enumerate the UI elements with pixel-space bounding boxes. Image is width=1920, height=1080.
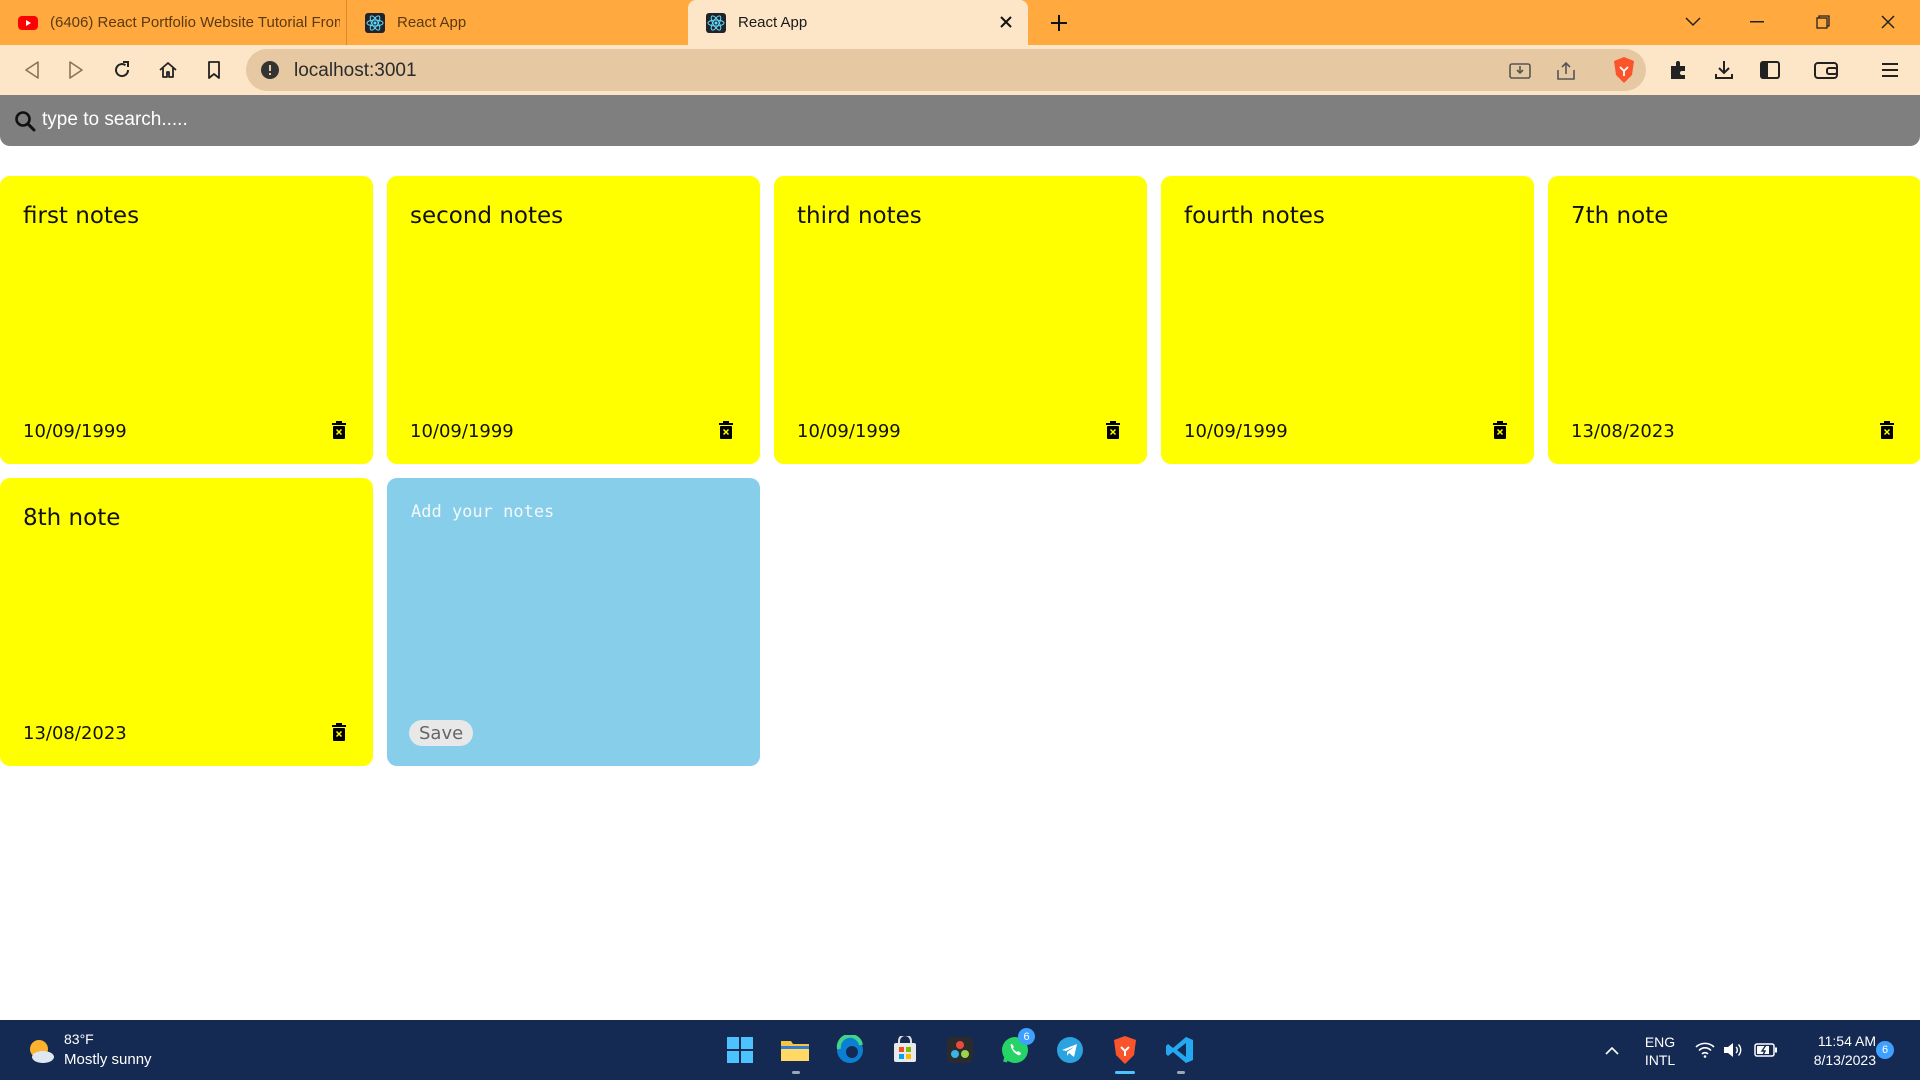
note-text: 7th note [1571, 203, 1669, 229]
delete-icon[interactable] [719, 421, 733, 439]
reload-icon[interactable] [108, 56, 136, 84]
home-icon[interactable] [154, 56, 182, 84]
search-input[interactable] [42, 103, 1842, 137]
tab-list-chevron-icon[interactable] [1676, 6, 1710, 38]
volume-icon[interactable] [1722, 1020, 1744, 1080]
clock-date: 8/13/2023 [1813, 1052, 1876, 1068]
note-card: 7th note 13/08/2023 [1548, 176, 1920, 464]
delete-icon[interactable] [332, 421, 346, 439]
wifi-icon[interactable] [1694, 1020, 1716, 1080]
close-tab-icon[interactable] [994, 10, 1018, 34]
show-hidden-icons-chevron[interactable] [1600, 1020, 1624, 1080]
note-card: 8th note 13/08/2023 [0, 478, 373, 766]
language-code: ENG [1644, 1034, 1676, 1050]
note-text: second notes [410, 203, 564, 229]
windows-start-icon[interactable] [723, 1033, 757, 1067]
close-window-icon[interactable] [1871, 6, 1905, 38]
note-date: 10/09/1999 [1184, 421, 1288, 442]
browser-toolbar: localhost:3001 [0, 45, 1920, 95]
keyboard-layout: INTL [1644, 1052, 1676, 1068]
youtube-icon [18, 13, 38, 33]
note-date: 13/08/2023 [23, 723, 127, 744]
back-icon[interactable] [18, 56, 46, 84]
react-icon [706, 12, 726, 33]
wallet-icon[interactable] [1812, 56, 1840, 84]
menu-icon[interactable] [1876, 56, 1904, 84]
running-indicator [792, 1071, 800, 1074]
system-clock[interactable]: 11:54 AM 8/13/2023 [1786, 1032, 1876, 1070]
site-info-icon[interactable] [260, 60, 280, 80]
notification-count-badge[interactable]: 6 [1876, 1041, 1894, 1059]
brave-shields-icon[interactable] [1609, 55, 1639, 85]
tab-title: (6406) React Portfolio Website Tutorial … [50, 14, 340, 31]
minimize-icon[interactable] [1740, 6, 1774, 38]
share-icon[interactable] [1554, 59, 1578, 83]
microsoft-store-icon[interactable] [888, 1033, 922, 1067]
note-text: 8th note [23, 505, 121, 531]
search-icon [15, 111, 36, 132]
vscode-icon[interactable] [1163, 1033, 1197, 1067]
whatsapp-badge: 6 [1018, 1028, 1035, 1045]
file-explorer-icon[interactable] [778, 1033, 812, 1067]
tab-title: React App [738, 14, 808, 31]
edge-icon[interactable] [833, 1033, 867, 1067]
weather-temperature: 83°F [64, 1031, 94, 1047]
note-text: first notes [23, 203, 140, 229]
weather-description: Mostly sunny [64, 1051, 152, 1068]
new-tab-button[interactable] [1044, 8, 1074, 38]
note-date: 10/09/1999 [23, 421, 127, 442]
tab-title: React App [397, 14, 467, 31]
tab-youtube[interactable]: (6406) React Portfolio Website Tutorial … [0, 0, 346, 45]
running-indicator [1177, 1071, 1185, 1074]
active-indicator [1115, 1071, 1135, 1074]
tab-react-app-active[interactable]: React App [688, 0, 1028, 45]
downloads-icon[interactable] [1710, 56, 1738, 84]
note-date: 13/08/2023 [1571, 421, 1675, 442]
note-text: fourth notes [1184, 203, 1325, 229]
add-note-card: Save [387, 478, 760, 766]
note-card: second notes 10/09/1999 [387, 176, 760, 464]
extensions-icon[interactable] [1665, 56, 1693, 84]
search-bar [0, 95, 1920, 146]
tab-react-app-1[interactable]: React App [346, 0, 686, 45]
note-card: fourth notes 10/09/1999 [1161, 176, 1534, 464]
os-taskbar: 83°F Mostly sunny 6 ENG INTL 11:54 AM 8/… [0, 1020, 1920, 1080]
url-text[interactable]: localhost:3001 [294, 60, 417, 82]
clock-time: 11:54 AM [1817, 1033, 1876, 1049]
browser-tab-bar: (6406) React Portfolio Website Tutorial … [0, 0, 1920, 45]
sidebar-icon[interactable] [1756, 56, 1784, 84]
save-button[interactable]: Save [409, 720, 474, 746]
react-icon [365, 12, 385, 33]
telegram-icon[interactable] [1053, 1033, 1087, 1067]
address-bar[interactable]: localhost:3001 [246, 49, 1646, 91]
note-text: third notes [797, 203, 922, 229]
note-card: third notes 10/09/1999 [774, 176, 1147, 464]
forward-icon[interactable] [62, 56, 90, 84]
note-date: 10/09/1999 [410, 421, 514, 442]
battery-charging-icon[interactable] [1753, 1020, 1779, 1080]
language-indicator[interactable]: ENG INTL [1640, 1033, 1680, 1069]
restore-icon[interactable] [1806, 6, 1840, 38]
note-date: 10/09/1999 [797, 421, 901, 442]
delete-icon[interactable] [332, 723, 346, 741]
delete-icon[interactable] [1106, 421, 1120, 439]
davinci-resolve-icon[interactable] [943, 1033, 977, 1067]
brave-browser-icon[interactable] [1108, 1033, 1142, 1067]
install-app-icon[interactable] [1508, 59, 1532, 83]
delete-icon[interactable] [1880, 421, 1894, 439]
new-note-textarea[interactable] [411, 502, 741, 692]
note-card: first notes 10/09/1999 [0, 176, 373, 464]
delete-icon[interactable] [1493, 421, 1507, 439]
weather-sunny-icon[interactable] [26, 1036, 56, 1066]
bookmark-icon[interactable] [200, 56, 228, 84]
